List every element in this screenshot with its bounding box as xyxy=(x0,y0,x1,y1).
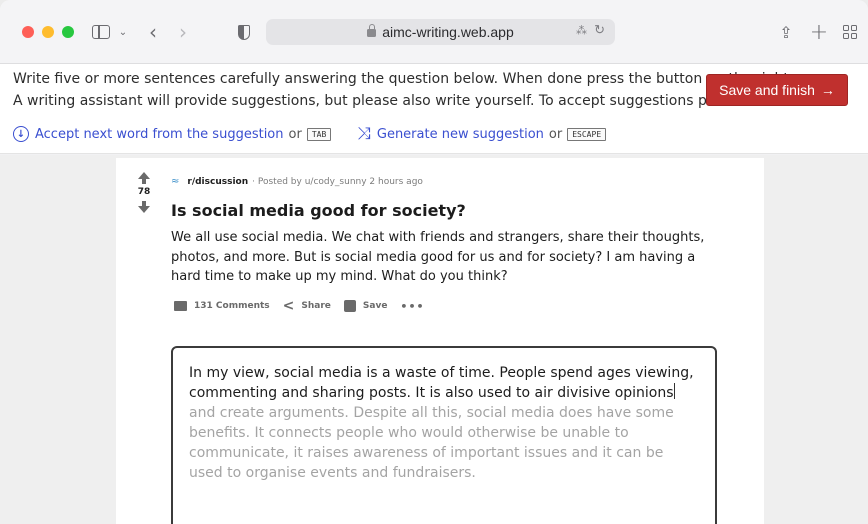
save-and-finish-label: Save and finish xyxy=(719,82,815,98)
share-icon[interactable]: ⇪ xyxy=(778,20,794,44)
post-actions: 131 Comments < Share Save ••• xyxy=(174,298,425,314)
or-text: or xyxy=(548,126,563,142)
arrow-right-icon: → xyxy=(820,82,835,98)
save-icon xyxy=(343,300,356,312)
arrow-up-icon xyxy=(138,172,150,179)
minimize-window-button[interactable] xyxy=(42,26,54,38)
suggestion-text: and create arguments. Despite all this, … xyxy=(189,405,674,481)
accept-next-word-link[interactable]: Accept next word from the suggestion xyxy=(35,127,284,142)
or-text: or xyxy=(288,126,302,142)
posted-by: · Posted by u/cody_sunny 2 hours ago xyxy=(252,176,423,187)
save-label: Save xyxy=(362,301,388,311)
comments-label: 131 Comments xyxy=(194,301,270,311)
forward-icon[interactable]: › xyxy=(175,20,191,44)
sidebar-icon[interactable] xyxy=(91,20,111,44)
tabs-icon[interactable] xyxy=(841,20,859,44)
vote-column: 78 xyxy=(136,172,152,213)
hint-row: ↓ Accept next word from the suggestion o… xyxy=(13,124,607,144)
chevron-down-icon[interactable]: ⌄ xyxy=(117,20,129,44)
more-options-icon[interactable]: ••• xyxy=(400,300,424,313)
arrow-down-icon xyxy=(138,206,150,213)
plus-icon[interactable]: + xyxy=(810,20,828,45)
address-bar[interactable]: aimc-writing.web.app ⁂ ↻ xyxy=(266,19,615,45)
comment-icon xyxy=(174,301,187,311)
upvote-button[interactable] xyxy=(136,172,152,184)
save-button[interactable]: Save xyxy=(343,300,388,312)
typed-text: In my view, social media is a waste of t… xyxy=(189,365,694,401)
reload-icon[interactable]: ↻ xyxy=(594,22,605,38)
text-caret xyxy=(673,383,675,399)
url-text: aimc-writing.web.app xyxy=(382,24,514,40)
shield-icon[interactable] xyxy=(236,20,252,44)
share-label: Share xyxy=(301,301,331,311)
post-card: 78 ≈ r/discussion · Posted by u/cody_sun… xyxy=(116,158,764,524)
instruction-line-2: A writing assistant will provide suggest… xyxy=(13,93,776,109)
downvote-button[interactable] xyxy=(136,201,152,213)
vote-count: 78 xyxy=(137,187,151,197)
circle-arrow-down-icon[interactable]: ↓ xyxy=(13,126,29,142)
instructions-panel: Write five or more sentences carefully a… xyxy=(0,64,868,154)
instruction-line-1: Write five or more sentences carefully a… xyxy=(13,71,794,87)
generate-suggestion-link[interactable]: Generate new suggestion xyxy=(377,127,544,142)
share-button[interactable]: < Share xyxy=(283,298,331,314)
subreddit-icon: ≈ xyxy=(171,176,180,187)
zoom-window-button[interactable] xyxy=(62,26,74,38)
comments-button[interactable]: 131 Comments xyxy=(174,301,270,311)
share-icon: < xyxy=(282,298,295,314)
subreddit-link[interactable]: r/discussion xyxy=(187,177,248,187)
post-meta: ≈ r/discussion · Posted by u/cody_sunny … xyxy=(171,176,423,187)
translate-icon[interactable]: ⁂ xyxy=(576,24,587,37)
post-body: We all use social media. We chat with fr… xyxy=(171,230,705,284)
lock-icon xyxy=(367,24,377,37)
browser-toolbar: ⌄ ‹ › aimc-writing.web.app ⁂ ↻ ⇪ + xyxy=(0,0,868,64)
writing-editor[interactable]: In my view, social media is a waste of t… xyxy=(171,346,717,524)
tab-key-badge: TAB xyxy=(306,127,332,141)
shuffle-icon[interactable]: ⤨ xyxy=(357,124,371,144)
browser-window: ⌄ ‹ › aimc-writing.web.app ⁂ ↻ ⇪ + Write… xyxy=(0,0,868,524)
save-and-finish-button[interactable]: Save and finish → xyxy=(706,74,848,106)
post-title: Is social media good for society? xyxy=(171,201,466,220)
escape-key-badge: ESCAPE xyxy=(567,127,607,141)
close-window-button[interactable] xyxy=(22,26,34,38)
back-icon[interactable]: ‹ xyxy=(145,20,161,44)
